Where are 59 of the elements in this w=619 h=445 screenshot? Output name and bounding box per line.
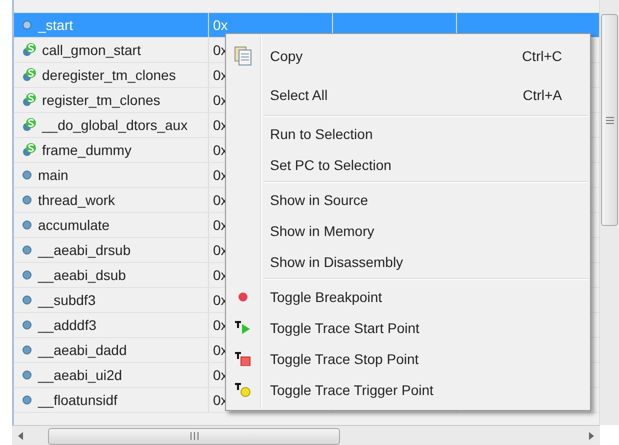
grip-icon <box>606 116 614 124</box>
menu-item[interactable]: Set PC to Selection <box>226 149 590 180</box>
dot-icon <box>22 245 32 255</box>
menu-item[interactable]: Run to Selection <box>226 118 590 149</box>
shortcut-text: Ctrl+C <box>522 48 562 64</box>
symbol-name: __aeabi_ui2d <box>38 367 122 383</box>
symbol-name: __do_global_dtors_aux <box>42 117 188 133</box>
static-function-icon <box>22 93 36 107</box>
dot-icon <box>22 295 32 305</box>
grip-icon <box>190 432 198 440</box>
menu-item[interactable]: Toggle Trace Stop Point <box>226 343 590 374</box>
vertical-scrollbar[interactable] <box>599 0 619 425</box>
static-function-icon <box>22 68 36 82</box>
trace-start-icon <box>235 320 251 334</box>
symbol-name: frame_dummy <box>42 142 132 158</box>
symbol-name: main <box>38 167 68 183</box>
menu-item[interactable]: Toggle Trace Start Point <box>226 312 590 343</box>
dot-icon <box>22 170 32 180</box>
trace-trigger-icon <box>235 382 251 396</box>
symbol-name: register_tm_clones <box>42 92 160 108</box>
symbol-name: accumulate <box>38 217 110 233</box>
symbol-name: __aeabi_dadd <box>38 342 127 358</box>
menu-item[interactable]: Toggle Breakpoint <box>226 281 590 312</box>
menu-item[interactable]: Show in Memory <box>226 215 590 246</box>
trace-stop-icon <box>235 352 251 366</box>
dot-icon <box>22 195 32 205</box>
symbol-name: __floatunsidf <box>38 392 118 408</box>
symbol-name: __adddf3 <box>38 317 96 333</box>
menu-item[interactable]: Show in Disassembly <box>226 246 590 277</box>
dot-icon <box>22 20 32 30</box>
symbol-address: 0x <box>213 17 228 33</box>
shortcut-text: Ctrl+A <box>522 86 562 102</box>
menu-item[interactable]: Copy Ctrl+C <box>226 36 590 75</box>
dot-icon <box>22 345 32 355</box>
symbol-name: call_gmon_start <box>42 42 141 58</box>
static-function-icon <box>22 43 36 57</box>
dot-icon <box>22 220 32 230</box>
symbol-name: thread_work <box>38 192 116 208</box>
menu-item[interactable]: Toggle Trace Trigger Point <box>226 374 590 405</box>
symbol-name: __subdf3 <box>38 292 96 308</box>
dot-icon <box>22 370 32 380</box>
menu-item[interactable]: Select All Ctrl+A <box>226 75 590 114</box>
copy-icon <box>234 46 252 66</box>
horizontal-scrollbar[interactable] <box>12 425 600 445</box>
menu-item[interactable]: Show in Source <box>226 184 590 215</box>
symbol-name: __aeabi_dsub <box>38 267 126 283</box>
breakpoint-icon <box>238 292 248 302</box>
left-arrow-icon[interactable] <box>18 432 24 440</box>
static-function-icon <box>22 118 36 132</box>
static-function-icon <box>22 143 36 157</box>
dot-icon <box>22 270 32 280</box>
dot-icon <box>22 395 32 405</box>
scrollbar-thumb[interactable] <box>601 14 618 226</box>
scrollbar-thumb[interactable] <box>48 428 340 444</box>
symbol-name: deregister_tm_clones <box>42 67 176 83</box>
right-arrow-icon[interactable] <box>588 432 594 440</box>
symbol-name: _start <box>38 17 74 33</box>
symbol-name: __aeabi_drsub <box>38 242 131 258</box>
dot-icon <box>22 320 32 330</box>
